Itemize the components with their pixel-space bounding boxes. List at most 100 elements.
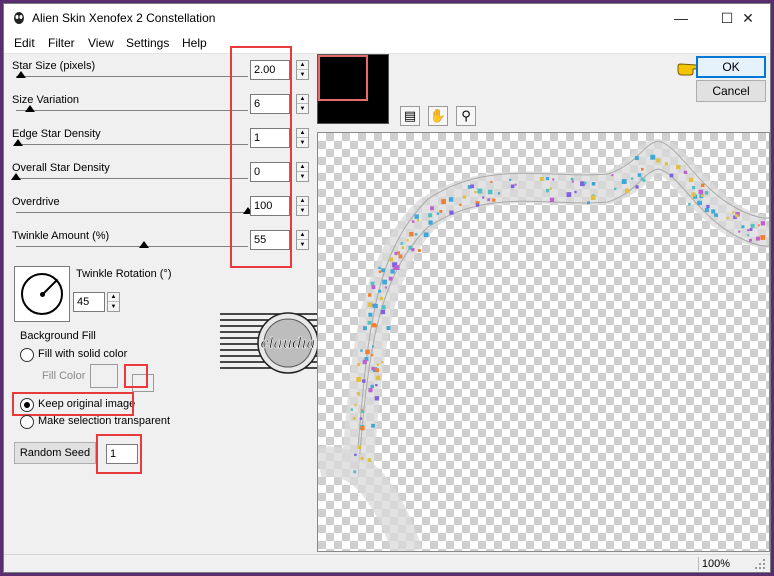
spin-buttons[interactable]: ▲ ▼ — [296, 94, 309, 114]
sparkle — [367, 320, 372, 325]
slider-label: Size Variation — [12, 94, 80, 106]
sparkle — [381, 305, 386, 310]
sparkle — [370, 281, 375, 286]
sparkle — [428, 220, 433, 225]
preview-navigator[interactable] — [317, 54, 389, 124]
sparkle — [401, 246, 405, 250]
menu-help[interactable]: Help — [182, 36, 207, 50]
sparkle — [698, 189, 704, 195]
zoom-tool-button[interactable]: ▤ — [400, 106, 420, 126]
background-fill-title: Background Fill — [20, 330, 96, 342]
menu-edit[interactable]: Edit — [14, 36, 35, 50]
spin-buttons[interactable]: ▲ ▼ — [296, 162, 309, 182]
spin-down-icon[interactable]: ▼ — [297, 70, 308, 79]
sparkle — [357, 363, 361, 367]
sparkle — [621, 179, 627, 185]
sparkle — [374, 368, 379, 373]
spin-down-icon[interactable]: ▼ — [297, 206, 308, 215]
spin-up-icon[interactable]: ▲ — [297, 163, 308, 172]
sparkle — [361, 410, 365, 414]
magnifier-icon: ⚲ — [461, 108, 471, 123]
spin-down-icon[interactable]: ▼ — [108, 302, 119, 311]
sparkle — [417, 249, 421, 253]
twinkle-rotation-dial[interactable] — [14, 266, 70, 322]
radio-label: Fill with solid color — [38, 348, 128, 360]
sparkle — [611, 174, 614, 177]
spin-buttons[interactable]: ▲ ▼ — [107, 292, 120, 312]
sparkle — [362, 379, 366, 383]
sparkle — [368, 312, 373, 317]
sparkle — [755, 236, 760, 241]
spin-down-icon[interactable]: ▼ — [297, 240, 308, 249]
sparkle — [477, 188, 483, 194]
spin-buttons[interactable]: ▲ ▼ — [296, 60, 309, 80]
fill-color-swatch[interactable] — [90, 364, 118, 388]
close-icon: ✕ — [742, 9, 754, 26]
spin-down-icon[interactable]: ▼ — [297, 138, 308, 147]
sparkle — [566, 192, 572, 197]
spin-up-icon[interactable]: ▲ — [297, 197, 308, 206]
spin-down-icon[interactable]: ▼ — [297, 104, 308, 113]
spin-down-icon[interactable]: ▼ — [297, 172, 308, 181]
sparkle — [353, 470, 357, 474]
radio-fill-solid-color[interactable] — [20, 348, 34, 362]
slider-thumb[interactable] — [138, 241, 149, 248]
title-bar[interactable]: Alien Skin Xenofex 2 Constellation — ☐ ✕ — [4, 4, 770, 32]
slider-thumb[interactable] — [15, 71, 26, 78]
radio-make-selection-transparent[interactable] — [20, 415, 34, 429]
fill-highlight-box — [124, 364, 148, 388]
ok-button[interactable]: OK — [696, 56, 766, 78]
spin-up-icon[interactable]: ▲ — [297, 95, 308, 104]
spin-up-icon[interactable]: ▲ — [297, 61, 308, 70]
navigator-view-rect[interactable] — [318, 55, 368, 101]
slider-thumb[interactable] — [11, 173, 21, 180]
spin-up-icon[interactable]: ▲ — [297, 129, 308, 138]
cancel-button[interactable]: Cancel — [696, 80, 766, 102]
spin-up-icon[interactable]: ▲ — [108, 293, 119, 302]
radio-label: Make selection transparent — [38, 415, 171, 427]
slider-label: Twinkle Amount (%) — [12, 230, 110, 242]
spin-buttons[interactable]: ▲ ▼ — [296, 128, 309, 148]
sparkle — [436, 212, 440, 215]
sparkle — [497, 192, 501, 195]
spin-buttons[interactable]: ▲ ▼ — [296, 230, 309, 250]
magnifier-button[interactable]: ⚲ — [456, 106, 476, 126]
slider-track[interactable] — [16, 178, 248, 179]
sparkle — [371, 345, 374, 348]
menu-filter[interactable]: Filter — [48, 36, 75, 50]
resize-grip-icon[interactable] — [754, 558, 766, 570]
preview-canvas[interactable] — [317, 132, 770, 552]
menu-settings[interactable]: Settings — [126, 36, 169, 50]
sparkle — [374, 324, 378, 327]
sparkle — [760, 221, 766, 226]
slider-track[interactable] — [16, 76, 248, 77]
hand-tool-button[interactable]: ✋ — [428, 106, 448, 126]
slider-label: Overdrive — [12, 196, 60, 208]
sparkle — [367, 302, 373, 307]
spin-buttons[interactable]: ▲ ▼ — [296, 196, 309, 216]
sparkle — [414, 232, 418, 236]
slider-track[interactable] — [16, 110, 248, 111]
sparkle — [641, 167, 644, 171]
sparkle — [350, 408, 354, 411]
sparkle — [370, 353, 374, 357]
spin-up-icon[interactable]: ▲ — [297, 231, 308, 240]
slider-track[interactable] — [16, 144, 248, 145]
sparkle — [634, 156, 639, 161]
sparkle — [545, 188, 550, 193]
sparkle — [368, 293, 372, 297]
minimize-button[interactable]: — — [658, 4, 704, 32]
sparkle — [459, 203, 462, 206]
sparkle — [750, 223, 755, 228]
close-button[interactable]: ✕ — [726, 4, 770, 32]
menu-view[interactable]: View — [88, 36, 114, 50]
slider-thumb[interactable] — [24, 105, 35, 112]
twinkle-rotation-input[interactable]: 45 — [73, 292, 105, 312]
sparkle — [375, 383, 378, 387]
slider-track[interactable] — [16, 246, 248, 247]
slider-thumb[interactable] — [13, 139, 24, 146]
sparkle — [360, 456, 364, 460]
random-seed-button[interactable]: Random Seed — [14, 442, 96, 464]
slider-track[interactable] — [16, 212, 248, 213]
sparkle — [514, 183, 517, 186]
